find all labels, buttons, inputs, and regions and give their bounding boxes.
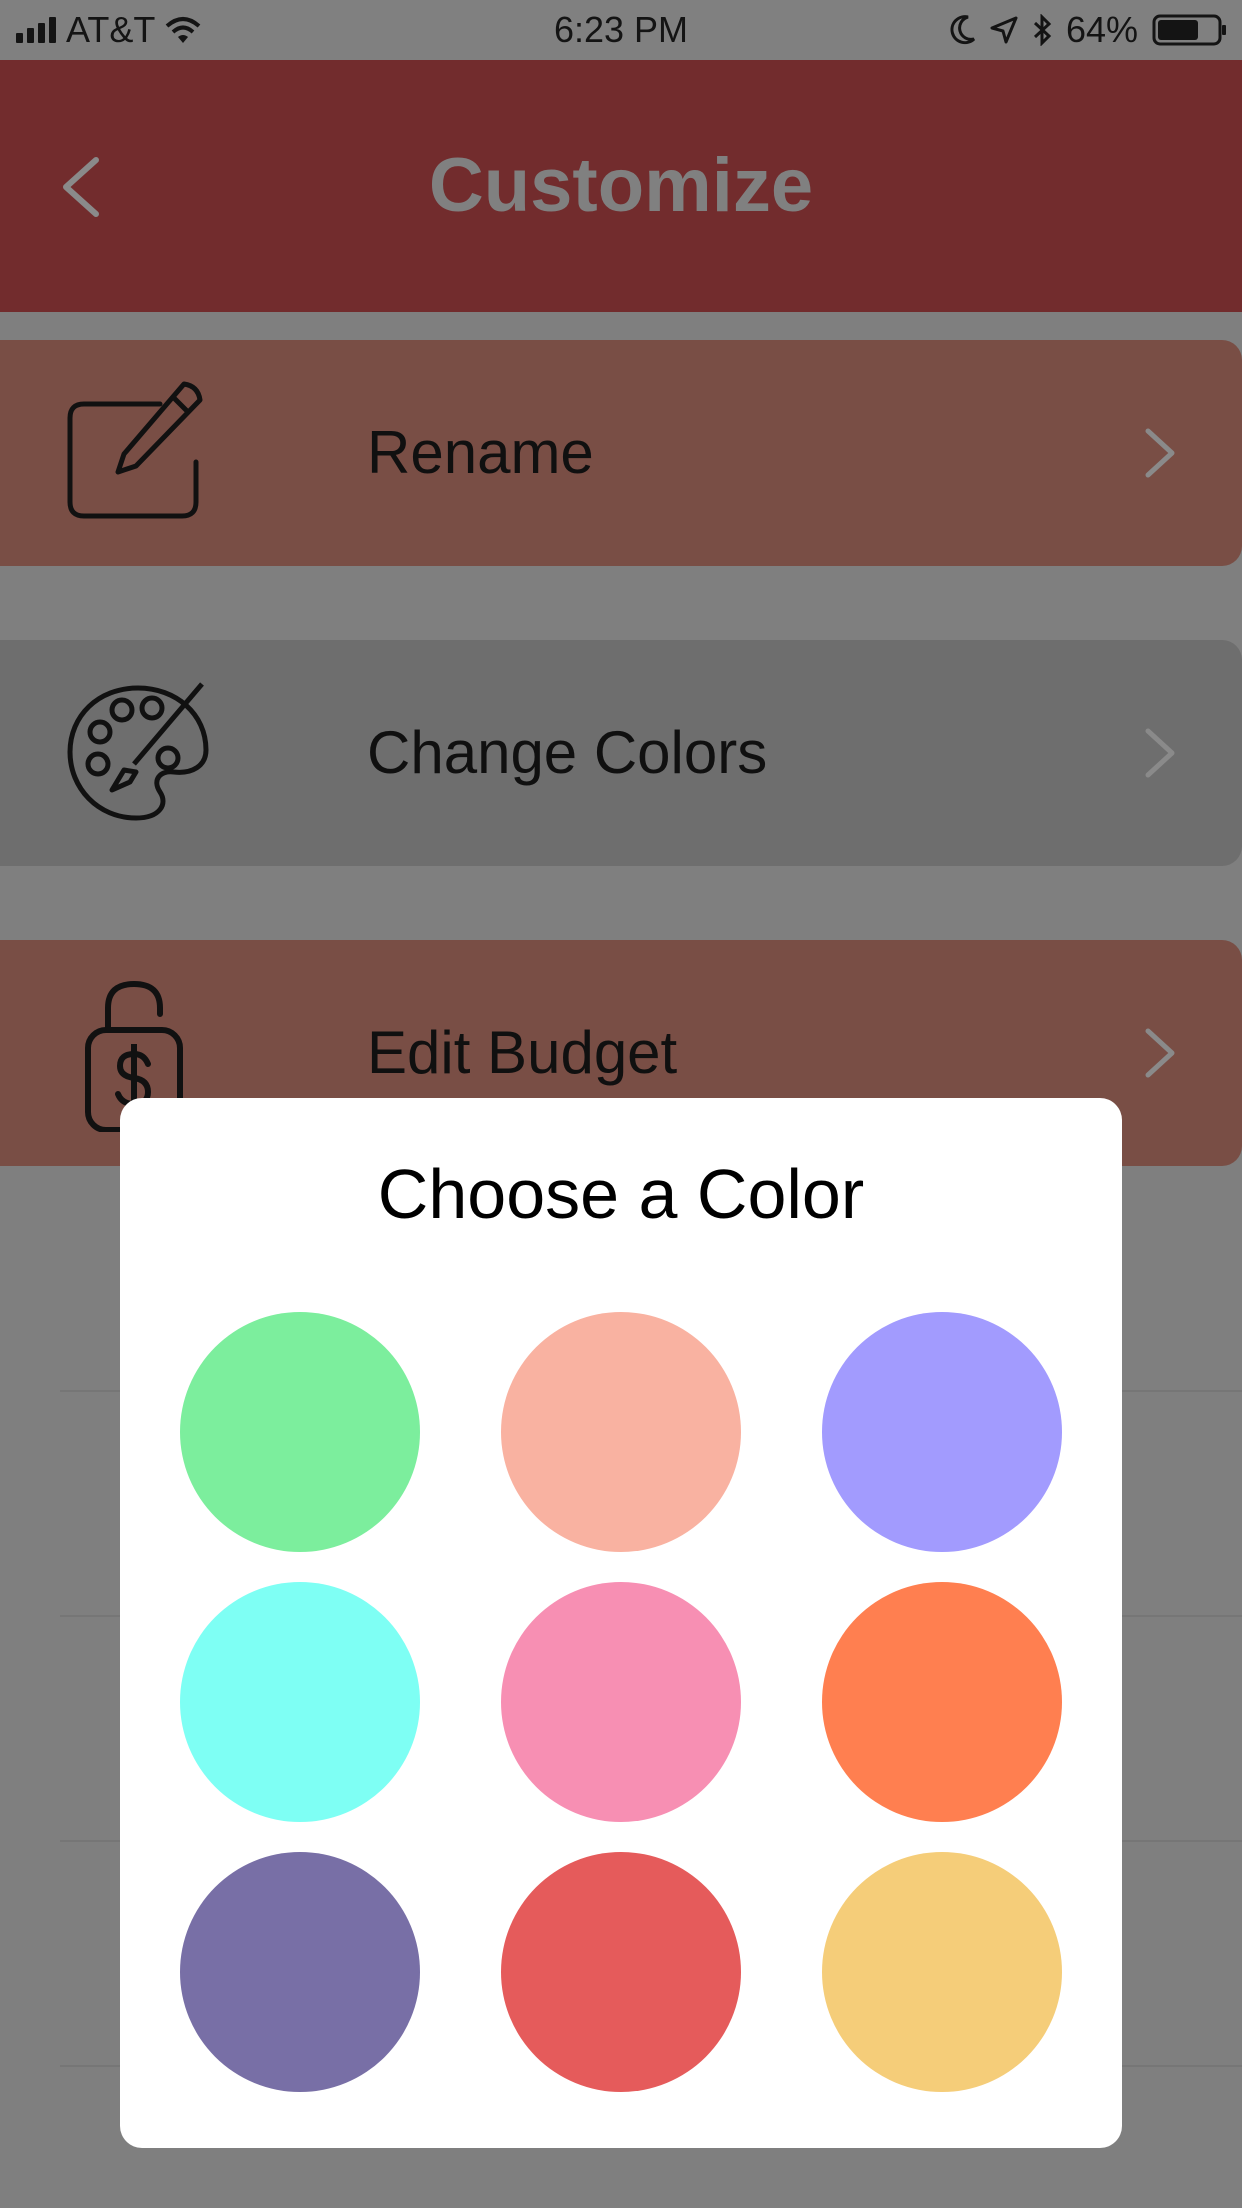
change-colors-label: Change Colors bbox=[367, 719, 768, 786]
color-swatch-5[interactable] bbox=[501, 1582, 741, 1822]
rename-row[interactable]: Rename bbox=[0, 340, 1242, 566]
chevron-right-icon bbox=[1145, 428, 1175, 478]
chevron-right-icon bbox=[1145, 1028, 1175, 1078]
moon-icon bbox=[950, 15, 975, 45]
color-swatch-8[interactable] bbox=[501, 1852, 741, 2092]
battery-icon bbox=[1152, 14, 1226, 46]
color-swatch-3[interactable] bbox=[822, 1312, 1062, 1552]
edit-icon bbox=[67, 381, 203, 519]
color-swatch-2[interactable] bbox=[501, 1312, 741, 1552]
color-swatch-7[interactable] bbox=[180, 1852, 420, 2092]
color-picker-modal: Choose a Color bbox=[120, 1098, 1122, 2148]
color-swatch-1[interactable] bbox=[180, 1312, 420, 1552]
nav-bar: Customize bbox=[0, 60, 1242, 312]
rename-label: Rename bbox=[367, 419, 594, 486]
bluetooth-icon bbox=[1033, 14, 1052, 46]
color-swatch-9[interactable] bbox=[822, 1852, 1062, 2092]
palette-icon bbox=[67, 682, 209, 821]
modal-title: Choose a Color bbox=[377, 1155, 865, 1233]
color-swatch-4[interactable] bbox=[180, 1582, 420, 1822]
battery-percent: 64% bbox=[1065, 9, 1138, 50]
color-swatch-6[interactable] bbox=[822, 1582, 1062, 1822]
page-title: Customize bbox=[428, 143, 814, 228]
chevron-right-icon bbox=[1145, 728, 1175, 778]
status-right: 64% bbox=[950, 0, 1228, 60]
location-icon bbox=[990, 16, 1018, 44]
status-bar: AT&T 6:23 PM 64% bbox=[0, 0, 1242, 60]
change-colors-row[interactable]: Change Colors bbox=[0, 640, 1242, 866]
